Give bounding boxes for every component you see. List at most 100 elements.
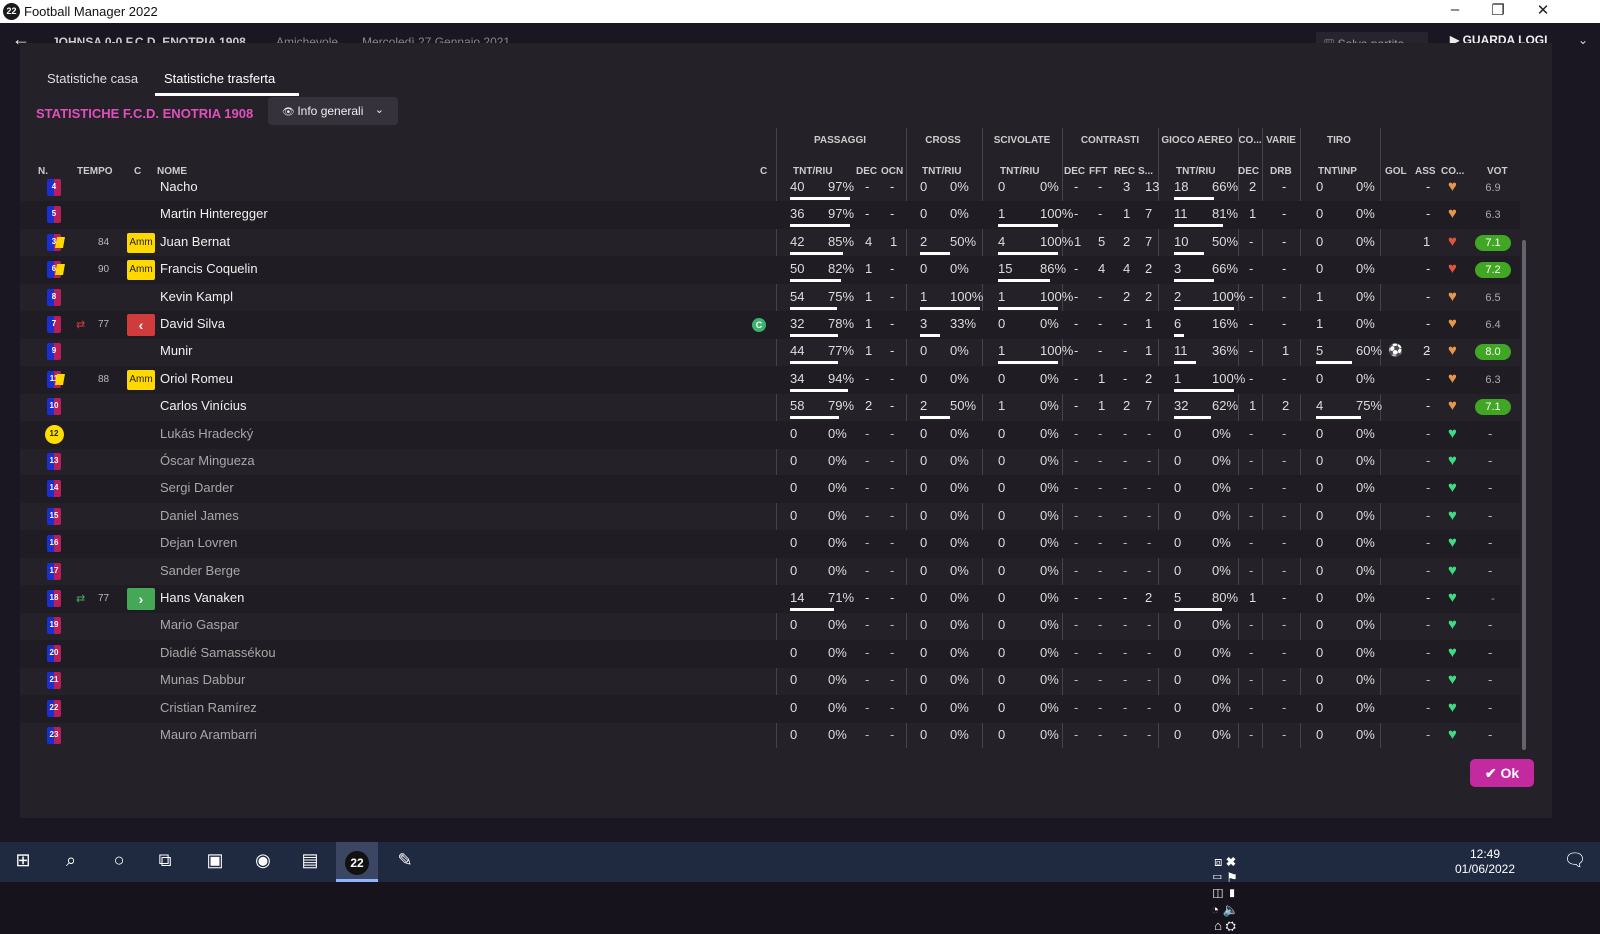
table-row[interactable]: 9 Munir 44 77% 0 0% 1 100% 11 36% 5 60% 1- - - -1-1 2- ⚽ ♥…	[20, 338, 1520, 366]
table-row[interactable]: 22 Cristian Ramírez 0 0% 0 0% 0 0% 0 0% 0 0% - - - - - - -…	[20, 694, 1520, 723]
cortana-icon[interactable]: ○	[104, 850, 134, 871]
stat-percent: 77%	[828, 343, 855, 359]
restore-button[interactable]: ❐	[1483, 1, 1513, 19]
empty-stat: -	[865, 672, 870, 688]
table-row[interactable]: 4 Nacho 40 97% 0 0% 0 0% 18 66% 0 0% - - - -3 13 2- - ♥ 6.9	[20, 176, 1520, 202]
empty-stat: -	[1147, 617, 1152, 633]
table-row[interactable]: 12 Lukás Hradecký 0 0% 0 0% 0 0% 0 0% 0 0% - - - - - - - - -…	[20, 420, 1520, 449]
stat-value: 0	[920, 507, 928, 523]
window-titlebar: 22 Football Manager 2022 – ❐ ✕	[0, 0, 1600, 23]
player-name[interactable]: Dejan Lovren	[160, 535, 237, 550]
empty-stat: -	[865, 727, 870, 742]
table-row[interactable]: 8 Kevin Kampl 54 75% 1 100% 1 100% 2 100% 1 0% 1 - - - 2…	[20, 284, 1520, 312]
stat-percent: 100%	[1212, 370, 1246, 386]
remote-desktop-icon[interactable]: ▣	[200, 850, 230, 871]
player-name[interactable]: Kevin Kampl	[160, 289, 233, 304]
close-button[interactable]: ✕	[1528, 1, 1558, 19]
player-name[interactable]: Munas Dabbur	[160, 672, 245, 687]
shirt-number: 15	[49, 510, 59, 520]
stat-value: 2	[1145, 590, 1153, 605]
substitution-out-icon: ⇄	[76, 319, 86, 331]
player-name[interactable]: Oriol Romeu	[160, 371, 233, 386]
player-name[interactable]: David Silva	[160, 316, 225, 331]
player-name[interactable]: Sander Berge	[160, 563, 240, 578]
tab-away-stats[interactable]: Statistiche trasferta	[164, 71, 275, 86]
table-row[interactable]: 15 Daniel James 0 0% 0 0% 0 0% 0 0% 0 0% - - - - - - - - - - ♥	[20, 503, 1520, 531]
player-name[interactable]: Juan Bernat	[160, 234, 230, 249]
ok-button[interactable]: ✔ Ok	[1470, 759, 1534, 787]
clock-date: 01/06/2022	[1454, 862, 1516, 876]
player-name[interactable]: Carlos Vinícius	[160, 398, 246, 413]
player-name[interactable]: Cristian Ramírez	[160, 700, 257, 715]
table-row[interactable]: 16 Dejan Lovren 0 0% 0 0% 0 0% 0 0% 0 0% - - - - - - - - - - ♥	[20, 530, 1520, 559]
chrome-icon[interactable]: ◉	[248, 850, 278, 871]
table-row[interactable]: 6 90 Amm Francis Coquelin 50 82% 0 0% 15 86% 3 66% 0…	[20, 256, 1520, 285]
stat-percent: 0%	[950, 343, 969, 359]
table-row[interactable]: 19 Mario Gaspar 0 0% 0 0% 0 0% 0 0% 0 0% - - - - - - - - - - ♥	[20, 612, 1520, 640]
stat-value: -	[1282, 590, 1287, 605]
table-row[interactable]: 10 Carlos Vinícius 58 79% 2 50% 1 0% 32 62% 4 75% 2 -…	[20, 393, 1520, 421]
empty-stat: -	[865, 453, 870, 468]
stat-bar	[998, 224, 1058, 228]
stat-percent: 0%	[1040, 453, 1059, 468]
booking-badge: Amm	[127, 232, 155, 253]
player-name[interactable]: Diadié Samassékou	[160, 645, 276, 660]
table-row[interactable]: 5 Martin Hinteregger 36 97% 0 0% 1 100% 11 81% 0 0%…	[20, 201, 1520, 230]
empty-stat: -	[1488, 425, 1493, 441]
tray-icons[interactable]: ⧈ ✖ ▭ ⚑ ◫ ▮ ◔ 🔈 ⌂ ⛭	[1210, 854, 1240, 934]
stat-value: 0	[790, 425, 798, 441]
table-row[interactable]: 17 Sander Berge 0 0% 0 0% 0 0% 0 0% 0 0% - - - - - - - - - - ♥	[20, 558, 1520, 586]
player-name[interactable]: Munir	[160, 343, 193, 358]
table-row[interactable]: 23 Mauro Arambarri 0 0% 0 0% 0 0% 0 0% 0 0% - - - - - - - -…	[20, 722, 1520, 750]
stat-bar	[1174, 388, 1234, 392]
empty-stat: -	[1074, 617, 1079, 633]
player-name[interactable]: Mario Gaspar	[160, 617, 239, 632]
player-name[interactable]: Hans Vanaken	[160, 590, 244, 605]
table-row[interactable]: 20 Diadié Samassékou 0 0% 0 0% 0 0% 0 0% 0 0% - - - - - -…	[20, 639, 1520, 668]
empty-stat: -	[1123, 535, 1128, 551]
stat-value: -	[1074, 316, 1079, 331]
notifications-icon[interactable]: 🗨	[1560, 850, 1590, 871]
table-row[interactable]: 14 Sergi Darder 0 0% 0 0% 0 0% 0 0% 0 0% - - - - - - - - - - ♥	[20, 475, 1520, 504]
stat-percent: 0%	[1212, 699, 1231, 715]
player-name[interactable]: Lukás Hradecký	[160, 426, 253, 441]
table-row[interactable]: 13 Óscar Mingueza 0 0% 0 0% 0 0% 0 0% 0 0% - - - - - - - - -…	[20, 448, 1520, 476]
stat-percent: 0%	[828, 453, 847, 468]
stat-value: -	[1098, 288, 1103, 304]
table-row[interactable]: 3 84 Amm Juan Bernat 42 85% 2 50% 4 100% 10 50% 0 0% 4…	[20, 229, 1520, 257]
file-explorer-icon[interactable]: ▤	[295, 850, 325, 871]
player-name[interactable]: Mauro Arambarri	[160, 727, 257, 742]
player-name[interactable]: Francis Coquelin	[160, 261, 258, 276]
stat-value: 0	[1174, 644, 1182, 660]
fm-taskbar-item[interactable]: 22	[336, 842, 378, 882]
player-name[interactable]: Martin Hinteregger	[160, 206, 268, 221]
stat-value: 10	[1174, 233, 1189, 249]
minimize-button[interactable]: –	[1440, 1, 1470, 18]
stat-percent: 0%	[1356, 617, 1375, 633]
player-name[interactable]: Nacho	[160, 179, 198, 194]
task-view-icon[interactable]: ⧉	[150, 850, 180, 871]
table-row[interactable]: 7 ⇄ 77 ‹ David Silva C 32 78% 3 33% 0 0% 6 16% 1 0% 1 - - -…	[20, 311, 1520, 339]
chevron-down-icon[interactable]: ⌄	[1578, 33, 1588, 47]
tab-home-stats[interactable]: Statistiche casa	[47, 71, 138, 86]
empty-stat: -	[890, 672, 895, 688]
player-name[interactable]: Sergi Darder	[160, 480, 234, 495]
stat-value: 0	[790, 480, 798, 496]
paint-icon[interactable]: ✎	[390, 850, 420, 871]
windows-start-icon[interactable]: ⊞	[8, 850, 38, 871]
empty-stat: -	[1147, 699, 1152, 715]
search-icon[interactable]: ⌕	[56, 850, 86, 871]
table-row[interactable]: 11 88 Amm Oriol Romeu 34 94% 0 0% 0 0% 1 100% 0 0% - - -…	[20, 365, 1520, 394]
stat-bar	[790, 279, 841, 283]
table-row[interactable]: 21 Munas Dabbur 0 0% 0 0% 0 0% 0 0% 0 0% - - - - - - - - - - ♥	[20, 667, 1520, 695]
player-name[interactable]: Daniel James	[160, 508, 239, 523]
view-dropdown[interactable]: 👁 Info generali ⌄	[268, 97, 398, 125]
stat-value: 2	[920, 233, 928, 249]
stat-percent: 0%	[1040, 727, 1059, 742]
player-name[interactable]: Óscar Mingueza	[160, 453, 255, 468]
scrollbar[interactable]	[1522, 240, 1526, 750]
stat-value: -	[1249, 233, 1254, 249]
empty-stat: -	[1249, 535, 1254, 551]
stat-value: -	[890, 343, 895, 359]
table-row[interactable]: 18 ⇄ 77 › Hans Vanaken 14 71% 0 0% 0 0% 5 80% 0 0% - - - -…	[20, 585, 1520, 613]
